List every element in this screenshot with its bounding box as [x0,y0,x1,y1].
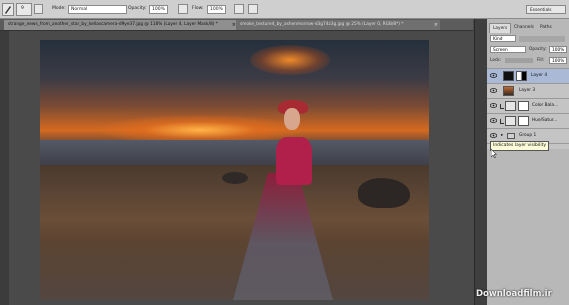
layer-thumbnail [503,86,514,96]
mode-value: Normal [71,7,88,12]
tools-panel-edge [0,31,9,305]
layer-opacity-field[interactable]: 100% [549,46,567,53]
mist [40,240,429,300]
fill-label: Fill: [537,58,545,63]
kind-filter[interactable]: Kind [490,35,516,42]
tooltip-text: Indicates layer visibility [493,143,547,148]
layer-opacity-value: 100% [552,48,565,53]
tab-paths-label: Paths [540,25,552,30]
adjustment-icon [505,116,516,126]
layer-thumbnail [503,71,514,81]
eye-icon[interactable] [490,88,497,93]
options-bar: 9 Mode: Normal Opacity: 100% Flow: 100% [0,0,569,19]
tablet-pressure-size-icon[interactable] [248,4,258,14]
opacity-label: Opacity: [128,6,147,11]
layer-name: Hue/Satur... [532,118,558,123]
folder-icon [507,133,515,139]
clip-arrow-icon [500,119,504,124]
eye-icon[interactable] [490,133,497,138]
tab-document-1-label: strange_news_from_another_star_by_kellas… [8,22,218,27]
lock-label: Lock: [490,58,502,63]
layer-mask-thumbnail[interactable] [516,71,527,81]
blend-mode-select[interactable]: Screen [490,46,526,53]
eye-icon[interactable] [490,103,497,108]
layer-visibility-tooltip: Indicates layer visibility [490,141,550,151]
chevron-right-icon[interactable]: ▸ [501,133,503,138]
layer-row-color-balance[interactable]: Color Bala... [487,98,569,113]
eye-icon[interactable] [490,118,497,123]
document-tab-bar: strange_news_from_another_star_by_kellas… [0,19,473,31]
tab-channels-label: Channels [514,25,534,30]
layer-name: Group 1 [519,133,537,138]
flow-field[interactable]: 100% [207,5,226,14]
layer-row-hue-saturation[interactable]: Hue/Satur... [487,113,569,128]
workspace-switcher[interactable]: Essentials [526,5,566,14]
clip-arrow-icon [500,104,504,109]
layer-name: Layer 4 [531,73,548,78]
layer-row-layer-3[interactable]: Layer 3 [487,83,569,98]
layer-name: Color Bala... [532,103,559,108]
eye-icon[interactable] [490,73,497,78]
layer-name: Layer 3 [519,88,536,93]
fill-field[interactable]: 100% [549,57,567,64]
fill-value: 100% [552,59,565,64]
opacity-value: 100% [152,7,165,12]
model-torso [276,137,312,185]
tab-channels[interactable]: Channels [511,23,537,32]
watermark: Downloadfilm.ir [476,289,552,299]
tab-document-1[interactable]: strange_news_from_another_star_by_kellas… [4,20,238,30]
workspace-label: Essentials [530,8,552,13]
tab-layers[interactable]: Layers [489,23,512,33]
watermark-text: Downloadfilm.ir [476,289,552,299]
adjustment-icon [505,101,516,111]
brush-size-value: 9 [21,6,24,11]
kind-label: Kind [493,37,503,42]
layers-panel: Layers Channels Paths Kind Screen Opacit… [487,19,569,305]
layer-mask-thumbnail[interactable] [518,101,529,111]
tab-layers-label: Layers [493,26,508,31]
tab-document-2-label: smoke_texture4_by_ashenmorrow-d3g74z3g.j… [240,22,404,27]
rock-large [358,178,410,208]
mouse-cursor-icon [491,149,497,158]
blend-mode-value: Screen [493,48,508,53]
tab-document-2[interactable]: smoke_texture4_by_ashenmorrow-d3g74z3g.j… [236,20,440,30]
close-icon[interactable]: × [434,20,438,30]
opacity-field[interactable]: 100% [149,5,168,14]
layer-row-layer-4[interactable]: Layer 4 [487,68,569,83]
panel-dock-strip [474,19,487,305]
layer-mask-thumbnail[interactable] [518,116,529,126]
mode-select[interactable]: Normal [68,5,127,14]
tablet-pressure-opacity-icon[interactable] [178,4,188,14]
rock-small [222,172,248,184]
brush-preset-picker[interactable]: 9 [16,3,32,16]
layer-opacity-label: Opacity: [529,47,547,52]
flow-label: Flow: [192,6,204,11]
tab-paths[interactable]: Paths [537,23,555,32]
document-canvas[interactable] [40,40,429,300]
flow-value: 100% [210,7,223,12]
filter-icons[interactable] [519,36,565,42]
brush-tool-icon[interactable] [2,3,14,16]
cloud-glow [250,45,330,75]
mode-label: Mode: [52,6,66,11]
brush-panel-icon[interactable] [34,4,43,14]
lock-icons[interactable] [505,58,533,63]
airbrush-icon[interactable] [234,4,244,14]
model-head [284,108,300,130]
